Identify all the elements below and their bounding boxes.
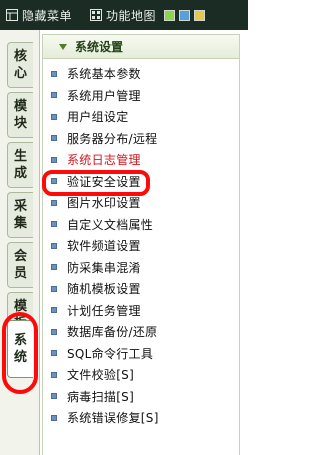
- system-menu-list: 系统基本参数 系统用户管理 用户组设定 服务器分布/远程 系统日志管理 验证安全…: [43, 59, 239, 429]
- top-toolbar: 隐藏菜单 功能地图: [0, 0, 248, 30]
- panel-header[interactable]: 系统设置: [43, 35, 239, 59]
- menu-item-user-management[interactable]: 系统用户管理: [43, 85, 239, 107]
- bullet-icon: [51, 371, 57, 378]
- menu-item-label: 随机模板设置: [67, 282, 141, 297]
- menu-item-label: 自定义文档属性: [67, 217, 154, 232]
- theme-blue-swatch[interactable]: [179, 9, 191, 21]
- bullet-icon: [51, 264, 57, 271]
- menu-item-label: 系统日志管理: [67, 153, 141, 168]
- menu-item-file-check[interactable]: 文件校验[S]: [43, 364, 239, 386]
- tab-collect[interactable]: 采 集: [7, 192, 33, 238]
- menu-item-label: 文件校验[S]: [67, 368, 135, 383]
- tab-generate[interactable]: 生 成: [7, 142, 33, 188]
- menu-item-db-backup[interactable]: 数据库备份/还原: [43, 321, 239, 343]
- feature-map-button[interactable]: 功能地图: [84, 0, 156, 30]
- tab-members[interactable]: 会 员: [7, 242, 33, 288]
- menu-item-custom-doc-attributes[interactable]: 自定义文档属性: [43, 214, 239, 236]
- menu-item-sql-tool[interactable]: SQL命令行工具: [43, 343, 239, 365]
- collapse-triangle-icon: [59, 43, 67, 50]
- bullet-icon: [51, 285, 57, 292]
- grid-icon: [6, 9, 18, 21]
- theme-yellow-swatch[interactable]: [194, 9, 206, 21]
- bullet-icon: [51, 414, 57, 421]
- menu-item-anti-scrape[interactable]: 防采集串混淆: [43, 257, 239, 279]
- menu-item-label: 计划任务管理: [67, 303, 141, 318]
- tab-system-char-2: 统: [13, 350, 27, 365]
- tab-generate-char-2: 成: [13, 166, 27, 181]
- bullet-icon: [51, 70, 57, 77]
- map-icon: [90, 9, 103, 21]
- menu-item-virus-scan[interactable]: 病毒扫描[S]: [43, 386, 239, 408]
- bullet-icon: [51, 307, 57, 314]
- menu-item-label: 系统用户管理: [67, 88, 141, 103]
- panel-title: 系统设置: [75, 40, 124, 54]
- tab-collect-char-1: 采: [13, 199, 27, 214]
- hide-menu-label: 隐藏菜单: [22, 8, 73, 23]
- left-tab-column: 核 心 模 块 生 成 采 集 会 员 模 板 系 统: [0, 30, 40, 455]
- menu-item-label: 验证安全设置: [67, 174, 141, 189]
- tab-modules-char-2: 块: [13, 116, 27, 131]
- tab-collect-char-2: 集: [13, 216, 27, 231]
- bullet-icon: [51, 92, 57, 99]
- tab-core-char-2: 心: [13, 66, 27, 81]
- bullet-icon: [51, 221, 57, 228]
- tab-members-char-2: 员: [13, 266, 27, 281]
- tab-members-char-1: 会: [13, 249, 27, 264]
- hide-menu-button[interactable]: 隐藏菜单: [0, 0, 72, 30]
- system-settings-panel: 系统设置 系统基本参数 系统用户管理 用户组设定 服务器分布/远程 系统日志管理…: [42, 34, 240, 455]
- menu-item-label: 防采集串混淆: [67, 260, 141, 275]
- bullet-icon: [51, 199, 57, 206]
- bullet-icon: [51, 113, 57, 120]
- menu-item-label: 图片水印设置: [67, 196, 141, 211]
- menu-item-random-template[interactable]: 随机模板设置: [43, 278, 239, 300]
- tab-modules[interactable]: 模 块: [7, 92, 33, 138]
- bullet-icon: [51, 242, 57, 249]
- menu-item-server-distribution[interactable]: 服务器分布/远程: [43, 128, 239, 150]
- menu-item-user-groups[interactable]: 用户组设定: [43, 106, 239, 128]
- bullet-icon: [51, 135, 57, 142]
- tab-modules-char-1: 模: [13, 99, 27, 114]
- menu-item-error-repair[interactable]: 系统错误修复[S]: [43, 407, 239, 429]
- bullet-icon: [51, 178, 57, 185]
- menu-item-label: 系统错误修复[S]: [67, 411, 159, 426]
- menu-item-software-channel[interactable]: 软件频道设置: [43, 235, 239, 257]
- menu-item-label: 服务器分布/远程: [67, 131, 158, 146]
- menu-item-image-watermark[interactable]: 图片水印设置: [43, 192, 239, 214]
- bullet-icon: [51, 328, 57, 335]
- menu-item-system-logs[interactable]: 系统日志管理: [43, 149, 239, 171]
- tab-system[interactable]: 系 统: [7, 320, 33, 378]
- theme-green-swatch[interactable]: [164, 9, 176, 21]
- feature-map-label: 功能地图: [106, 8, 157, 23]
- tab-core-char-1: 核: [13, 49, 27, 64]
- tab-system-char-1: 系: [13, 333, 27, 348]
- bullet-icon: [51, 156, 57, 163]
- tab-templates-char-1: 模: [13, 299, 27, 314]
- tab-core[interactable]: 核 心: [7, 42, 33, 88]
- bullet-icon: [51, 350, 57, 357]
- bullet-icon: [51, 393, 57, 400]
- menu-item-label: 系统基本参数: [67, 67, 141, 82]
- menu-item-label: 病毒扫描[S]: [67, 389, 135, 404]
- menu-item-label: 数据库备份/还原: [67, 325, 158, 340]
- menu-item-basic-params[interactable]: 系统基本参数: [43, 63, 239, 85]
- menu-item-scheduled-tasks[interactable]: 计划任务管理: [43, 300, 239, 322]
- tab-generate-char-1: 生: [13, 149, 27, 164]
- menu-item-label: 软件频道设置: [67, 239, 141, 254]
- menu-item-security-verification[interactable]: 验证安全设置: [43, 171, 239, 193]
- menu-item-label: SQL命令行工具: [67, 346, 154, 361]
- menu-item-label: 用户组设定: [67, 110, 129, 125]
